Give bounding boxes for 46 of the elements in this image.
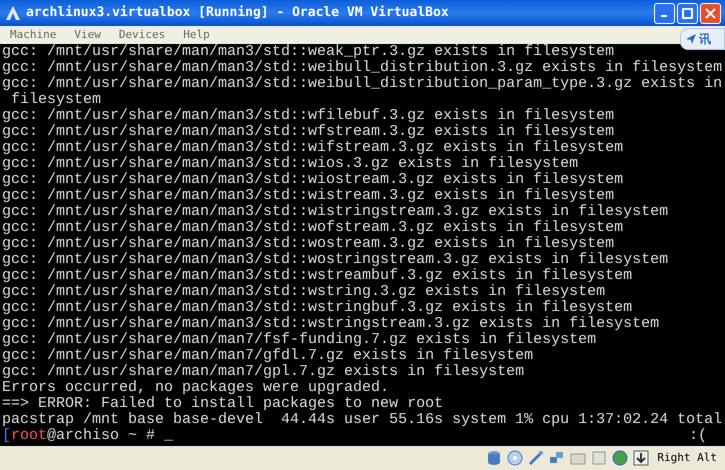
terminal-line: gcc: /mnt/usr/share/man/man3/std::weibull_distribution_param_type.3.gz exists in xyxy=(2,76,722,92)
host-key-label: Right Alt xyxy=(657,450,717,466)
terminal-line: gcc: /mnt/usr/share/man/man3/std::weibull_distribution.3.gz exists in filesystem xyxy=(2,60,722,76)
terminal-line: filesystem xyxy=(10,92,102,108)
menu-item[interactable]: Machine xyxy=(10,26,56,44)
side-tab[interactable]: 讯 xyxy=(680,28,725,50)
terminal-line: gcc: /mnt/usr/share/man/man3/std::wstring.3.gz exists in filesystem xyxy=(2,284,606,300)
prompt-host: @archiso ~ # xyxy=(47,428,156,444)
terminal-line: gcc: /mnt/usr/share/man/man3/std::wiostream.3.gz exists in filesystem xyxy=(2,172,624,188)
terminal-line: gcc: /mnt/usr/share/man/man3/std::wfilebuf.3.gz exists in filesystem xyxy=(2,108,614,124)
close-button[interactable] xyxy=(700,2,721,24)
terminal-line: gcc: /mnt/usr/share/man/man3/std::wstreambuf.3.gz exists in filesystem xyxy=(2,268,632,284)
terminal-line: gcc: /mnt/usr/share/man/man7/gfdl.7.gz exists in filesystem xyxy=(2,348,534,364)
terminal-line: gcc: /mnt/usr/share/man/man3/std::weak_ptr.3.gz exists in filesystem xyxy=(2,44,614,60)
cd-icon[interactable] xyxy=(506,449,524,467)
terminal-line: gcc: /mnt/usr/share/man/man3/std::wfstream.3.gz exists in filesystem xyxy=(2,124,614,140)
terminal-line: pacstrap /mnt base base-devel 44.44s user 55.16s system 1% cpu 1:37:02.24 total xyxy=(2,412,722,428)
terminal-line: gcc: /mnt/usr/share/man/man3/std::wstringstream.3.gz exists in filesystem xyxy=(2,316,660,332)
terminal-line: gcc: /mnt/usr/share/man/man7/gpl.7.gz exists in filesystem xyxy=(2,364,524,380)
arrow-down-icon[interactable] xyxy=(632,449,650,467)
terminal-line: gcc: /mnt/usr/share/man/man3/std::wstringbuf.3.gz exists in filesystem xyxy=(2,300,632,316)
terminal-line: gcc: /mnt/usr/share/man/man3/std::wofstream.3.gz exists in filesystem xyxy=(2,220,624,236)
cursor: _ xyxy=(164,428,174,444)
menu-item[interactable]: Help xyxy=(183,26,210,44)
terminal-line: gcc: /mnt/usr/share/man/man3/std::wistream.3.gz exists in filesystem xyxy=(2,188,614,204)
maximize-icon xyxy=(682,8,693,18)
terminal-line: gcc: /mnt/usr/share/man/man7/fsf-funding.7.gz exists in filesystem xyxy=(2,332,596,348)
minimize-icon xyxy=(660,15,666,17)
terminal-line: gcc: /mnt/usr/share/man/man3/std::wostream.3.gz exists in filesystem xyxy=(2,236,614,252)
close-icon xyxy=(705,8,716,18)
prompt-status: :( xyxy=(688,428,707,444)
menu-item[interactable]: View xyxy=(74,26,101,44)
prompt-bracket: [ xyxy=(2,428,12,444)
menu-item[interactable]: Devices xyxy=(118,26,166,44)
maximize-button[interactable] xyxy=(677,2,698,24)
terminal-line: gcc: /mnt/usr/share/man/man3/std::wios.3.gz exists in filesystem xyxy=(2,156,578,172)
side-tab-label: 讯 xyxy=(699,31,711,48)
terminal-line: gcc: /mnt/usr/share/man/man3/std::wifstream.3.gz exists in filesystem xyxy=(2,140,624,156)
app-icon xyxy=(4,4,22,22)
terminal-line: gcc: /mnt/usr/share/man/man3/std::wistringstream.3.gz exists in filesystem xyxy=(2,204,668,220)
terminal-line: ==> ERROR: Failed to install packages to new root xyxy=(2,396,444,412)
prompt-user: root xyxy=(11,428,48,444)
terminal-line: gcc: /mnt/usr/share/man/man3/std::wostringstream.3.gz exists in filesystem xyxy=(2,252,668,268)
terminal-line: Errors occurred, no packages were upgraded. xyxy=(2,380,390,396)
minimize-button[interactable] xyxy=(654,2,675,24)
window-title: archlinux3.virtualbox [Running] - Oracle VM VirtualBox xyxy=(26,4,449,22)
